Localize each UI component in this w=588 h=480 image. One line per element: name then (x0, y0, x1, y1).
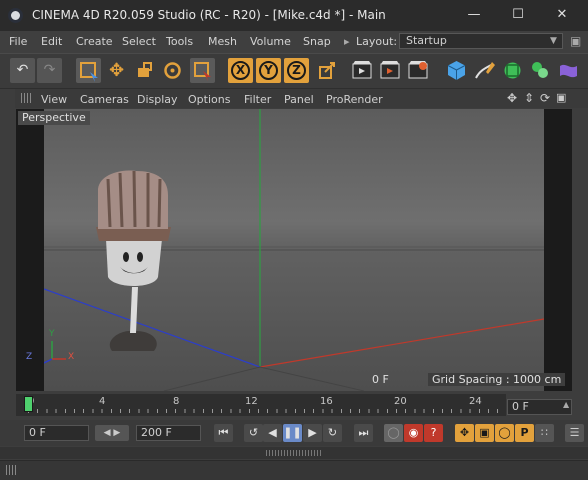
viewport-zoom-icon[interactable]: ⇕ (524, 91, 534, 105)
timeline-window-icon[interactable]: ☰ (565, 424, 584, 442)
viewport-scene[interactable] (44, 109, 544, 391)
subdivision-icon[interactable] (500, 58, 525, 83)
mike-character (96, 170, 171, 351)
go-to-start-button[interactable]: ⏮ (214, 424, 233, 442)
x-axis-icon[interactable]: X (228, 58, 253, 83)
menu-overflow-arrow-icon[interactable]: ▸ (344, 35, 350, 48)
cube-icon[interactable] (444, 58, 469, 83)
axis-label-x: X (68, 352, 75, 362)
scene-drawing (44, 109, 544, 391)
x-axis-line (259, 318, 544, 368)
previous-key-button[interactable]: ↺ (244, 424, 263, 442)
status-bar (0, 460, 588, 480)
window-title: CINEMA 4D R20.059 Studio (RC - R20) - [M… (32, 8, 386, 22)
layout-select[interactable]: Startup (399, 33, 563, 49)
grid-spacing-readout: Grid Spacing : 1000 cm (428, 373, 566, 386)
viewport-menu-cameras[interactable]: Cameras (80, 93, 129, 106)
timeline-minor-ticks (28, 409, 498, 413)
undo-icon[interactable]: ↶ (10, 58, 35, 83)
viewport-maximize-icon[interactable]: ▣ (556, 91, 566, 104)
timeline-tick-24: 24 (469, 396, 482, 407)
timeline-playhead[interactable] (24, 396, 33, 412)
menu-file[interactable]: File (9, 35, 27, 48)
rotate-icon[interactable] (160, 58, 185, 83)
axis-label-z: Z (26, 352, 33, 362)
z-axis-line (44, 288, 261, 368)
layout-label: Layout: (356, 35, 398, 48)
maximize-icon[interactable]: ☐ (508, 4, 528, 26)
start-frame-field[interactable]: 0 F (24, 425, 89, 441)
play-backwards-button[interactable]: ◀ (263, 424, 282, 442)
perspective-viewport[interactable]: Y Z X Perspective 0 F Grid Spacing : 100… (16, 109, 572, 391)
viewport-menu-display[interactable]: Display (137, 93, 178, 106)
camera-label[interactable]: Perspective (18, 111, 90, 125)
viewport-menu-prorender[interactable]: ProRender (326, 93, 383, 106)
menu-snap[interactable]: Snap (303, 35, 331, 48)
move-icon[interactable]: ✥ (104, 58, 129, 83)
array-icon[interactable] (528, 58, 553, 83)
record-position-icon[interactable]: ✥ (455, 424, 474, 442)
viewport-menu-filter[interactable]: Filter (244, 93, 271, 106)
timeline-tick-4: 4 (99, 396, 106, 407)
render-view-icon[interactable] (350, 58, 375, 83)
menu-volume[interactable]: Volume (250, 35, 291, 48)
frame-stepper-icon[interactable]: ▲ (563, 400, 569, 409)
chevron-down-icon: ▼ (550, 36, 557, 46)
record-rotation-icon[interactable]: ◯ (495, 424, 514, 442)
menu-select[interactable]: Select (122, 35, 156, 48)
timeline-tick-20: 20 (394, 396, 407, 407)
autokeying-icon[interactable]: ◉ (404, 424, 423, 442)
layout-lock-icon[interactable]: ▣ (570, 34, 581, 48)
range-slider[interactable]: ◀ ▶ (95, 425, 129, 441)
minimize-icon[interactable]: — (464, 4, 484, 26)
menu-edit[interactable]: Edit (41, 35, 62, 48)
loop-button[interactable]: ↻ (323, 424, 342, 442)
live-selection-icon[interactable] (76, 58, 101, 83)
record-parameter-icon[interactable]: P (515, 424, 534, 442)
menu-tools[interactable]: Tools (166, 35, 193, 48)
pen-icon[interactable] (472, 58, 497, 83)
divider-grip-icon[interactable] (266, 450, 322, 456)
menu-create[interactable]: Create (76, 35, 113, 48)
viewport-grip-icon[interactable] (21, 93, 32, 103)
recent-tools-icon[interactable] (190, 58, 215, 83)
deformer-icon[interactable] (556, 58, 581, 83)
record-active-objects-icon[interactable]: ◯ (384, 424, 403, 442)
status-grip-icon[interactable] (6, 465, 17, 475)
viewport-pan-icon[interactable]: ✥ (507, 91, 517, 105)
viewport-menu-panel[interactable]: Panel (284, 93, 314, 106)
axis-label-y: Y (49, 329, 55, 339)
viewport-menu-options[interactable]: Options (188, 93, 230, 106)
record-scale-icon[interactable]: ▣ (475, 424, 494, 442)
next-key-button[interactable]: ▶ (303, 424, 322, 442)
menu-mesh[interactable]: Mesh (208, 35, 237, 48)
viewport-frame-readout: 0 F (372, 373, 389, 386)
redo-icon[interactable]: ↷ (37, 58, 62, 83)
end-frame-field[interactable]: 200 F (136, 425, 201, 441)
coordinate-system-icon[interactable] (314, 58, 339, 83)
z-axis-icon[interactable]: Z (284, 58, 309, 83)
cinema4d-logo-icon (8, 8, 23, 23)
keyframe-selection-icon[interactable]: ? (424, 424, 443, 442)
timeline-tick-12: 12 (245, 396, 258, 407)
render-to-picture-viewer-icon[interactable] (378, 58, 403, 83)
timeline-tick-16: 16 (320, 396, 333, 407)
pause-button[interactable]: ❚❚ (283, 424, 302, 442)
timeline-tick-8: 8 (173, 396, 180, 407)
edit-render-settings-icon[interactable] (406, 58, 431, 83)
go-to-end-button[interactable]: ⏭ (354, 424, 373, 442)
y-axis-icon[interactable]: Y (256, 58, 281, 83)
viewport-menu-view[interactable]: View (41, 93, 67, 106)
scale-icon[interactable] (132, 58, 157, 83)
record-point-level-icon[interactable]: ∷ (535, 424, 554, 442)
close-icon[interactable]: ✕ (552, 4, 572, 26)
viewport-rotate-icon[interactable]: ⟳ (540, 91, 550, 105)
